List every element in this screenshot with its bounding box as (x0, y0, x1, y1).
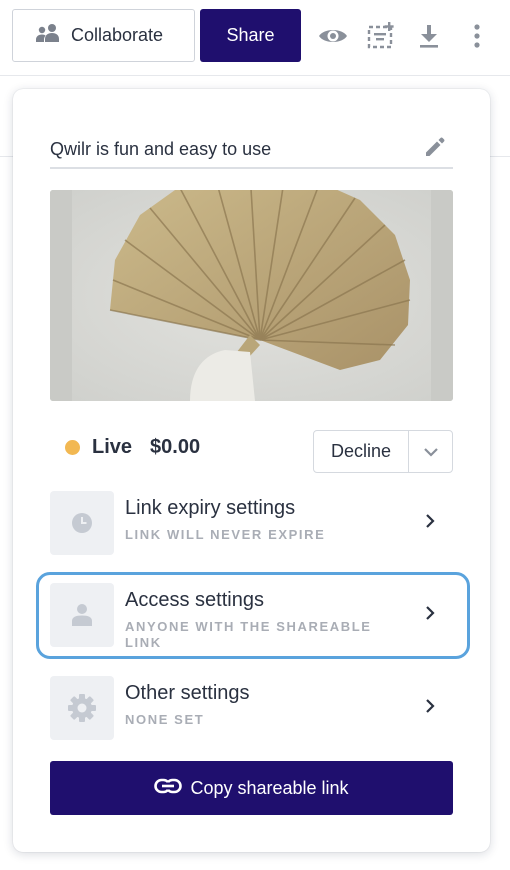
decline-label: Decline (330, 441, 392, 461)
setting-title: Access settings (125, 589, 264, 611)
setting-subtitle: LINK WILL NEVER EXPIRE (125, 527, 326, 542)
collaborate-button[interactable]: Collaborate (12, 9, 195, 62)
copy-label: Copy shareable link (190, 777, 349, 798)
eye-icon[interactable] (317, 20, 349, 52)
setting-subtitle: NONE SET (125, 712, 205, 727)
chevron-down-icon[interactable] (409, 431, 452, 472)
page-title: Qwilr is fun and easy to use (50, 139, 272, 159)
more-vertical-icon[interactable] (461, 20, 493, 52)
decline-dropdown: Decline (313, 430, 453, 473)
chevron-right-icon (425, 513, 435, 534)
chevron-right-icon (425, 698, 435, 719)
decline-button[interactable]: Decline (314, 431, 409, 472)
chevron-right-icon (425, 605, 435, 626)
link-icon (154, 778, 183, 799)
amount-value: $0.00 (150, 435, 201, 458)
link-expiry-settings[interactable]: Link expiry settings LINK WILL NEVER EXP… (50, 491, 453, 555)
cover-image (50, 190, 453, 401)
download-icon[interactable] (413, 20, 445, 52)
share-button[interactable]: Share (200, 9, 301, 62)
access-settings[interactable]: Access settings ANYONE WITH THE SHAREABL… (50, 583, 453, 650)
page-title-field[interactable]: Qwilr is fun and easy to use (50, 131, 453, 169)
pencil-icon[interactable] (423, 135, 447, 164)
status-dot (65, 439, 80, 455)
gear-icon (50, 676, 114, 740)
add-block-icon[interactable] (365, 20, 397, 52)
share-panel: Qwilr is fun and easy to use Live $0.00 … (13, 89, 490, 852)
share-label: Share (226, 25, 275, 45)
clock-icon (50, 491, 114, 555)
person-icon (50, 583, 114, 647)
other-settings[interactable]: Other settings NONE SET (50, 676, 453, 740)
background-divider (0, 156, 14, 157)
status-row: Live $0.00 (65, 432, 200, 462)
collaborate-label: Collaborate (71, 25, 164, 45)
background-divider (488, 156, 510, 157)
users-icon (35, 23, 61, 48)
setting-title: Other settings (125, 682, 250, 704)
setting-subtitle: ANYONE WITH THE SHAREABLE LINK (125, 619, 372, 650)
status-label: Live (92, 435, 133, 458)
setting-title: Link expiry settings (125, 497, 296, 519)
copy-shareable-link-button[interactable]: Copy shareable link (50, 761, 453, 815)
top-toolbar: Collaborate Share (0, 0, 510, 76)
